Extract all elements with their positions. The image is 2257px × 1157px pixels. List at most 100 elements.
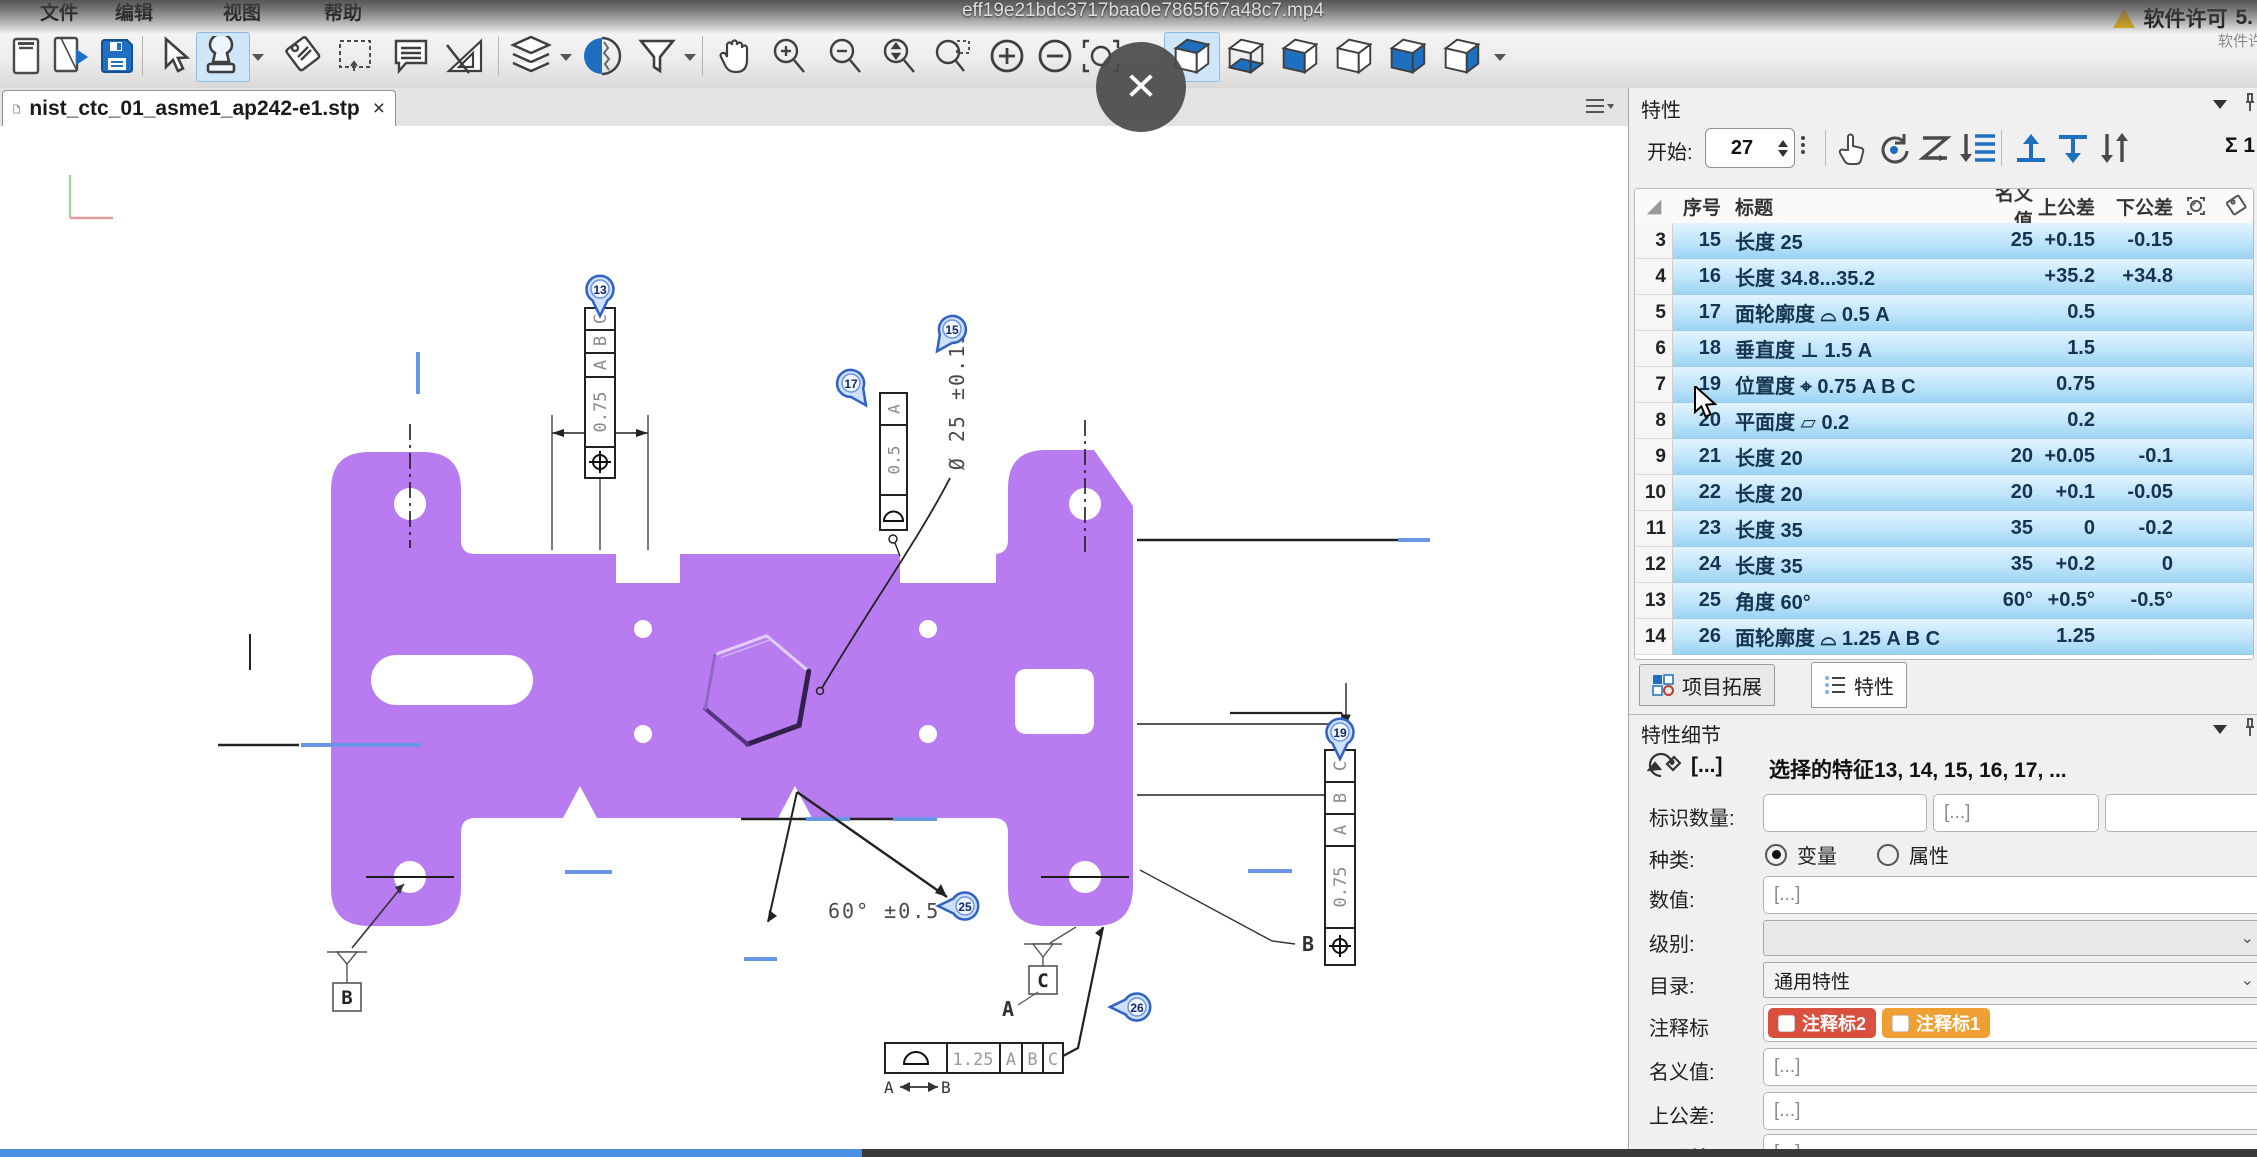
clip-half-icon[interactable] (582, 32, 628, 80)
zoom-out-icon[interactable] (822, 32, 868, 80)
nominal-input[interactable]: [...] (1763, 1048, 2257, 1086)
table-row[interactable]: 618垂直度 ⊥ 1.5 A1.5 (1635, 331, 2253, 367)
view-cube-front-icon[interactable] (1384, 32, 1430, 80)
view-dropdown-caret[interactable] (1494, 54, 1506, 61)
tab-characteristics[interactable]: 特性 (1811, 662, 1907, 708)
save-icon[interactable] (94, 32, 140, 80)
row-gutter[interactable]: 8 (1635, 403, 1673, 439)
filter-dropdown-caret[interactable] (684, 54, 696, 61)
zoom-fit-icon[interactable] (876, 32, 922, 80)
document-tab[interactable]: nist_ctc_01_asme1_ap242-e1.stp × (2, 90, 396, 127)
characteristics-table[interactable]: ◢ 序号 标题 名义值 上公差 下公差 315长度 2525+0.15-0.15… (1634, 188, 2254, 660)
select-arrow-icon[interactable] (152, 32, 198, 80)
tab-project-explorer[interactable]: 项目拓展 (1639, 664, 1775, 706)
sort-corner-icon[interactable]: ◢ (1635, 195, 1673, 218)
table-row[interactable]: 1123长度 35350-0.2 (1635, 511, 2253, 547)
row-gutter[interactable]: 14 (1635, 619, 1673, 655)
note-chip-1[interactable]: 注释标1 (1882, 1008, 1990, 1038)
tag-filter-icon[interactable] (2219, 194, 2253, 218)
row-gutter[interactable]: 4 (1635, 259, 1673, 295)
value-input[interactable]: [...] (1763, 876, 2257, 914)
balloon-25[interactable]: 25 (938, 893, 978, 920)
new-document-icon[interactable] (4, 32, 50, 80)
table-row[interactable]: 820平面度 ▱ 0.20.2 (1635, 403, 2253, 439)
row-gutter[interactable]: 3 (1635, 223, 1673, 259)
radio-attribute[interactable]: 属性 (1877, 840, 1949, 869)
table-row[interactable]: 719位置度 ⌖ 0.75 A B C0.75 (1635, 367, 2253, 403)
fcf-profile-top[interactable]: A 0.5 (880, 393, 907, 556)
view-cube-left-icon[interactable] (1276, 32, 1322, 80)
comment-icon[interactable] (388, 32, 434, 80)
table-row[interactable]: 1325角度 60°60°+0.5°-0.5° (1635, 583, 2253, 619)
col-upper[interactable]: 上公差 (2033, 193, 2095, 220)
spin-up-icon[interactable] (1778, 140, 1788, 147)
table-row[interactable]: 921长度 2020+0.05-0.1 (1635, 439, 2253, 475)
row-gutter[interactable]: 5 (1635, 295, 1673, 331)
row-gutter[interactable]: 9 (1635, 439, 1673, 475)
table-row[interactable]: 416长度 34.8...35.2+35.2+34.8 (1635, 259, 2253, 295)
lower-tolerance-icon[interactable] (2055, 130, 2091, 166)
view-cube-right-icon[interactable] (1330, 32, 1376, 80)
radio-variable-icon[interactable] (1765, 844, 1787, 866)
fcf-position-top[interactable]: C B A 0.75 (552, 308, 648, 550)
stamp-dropdown-caret[interactable] (252, 54, 264, 61)
capture-filter-icon[interactable] (2173, 194, 2219, 218)
table-row[interactable]: 1224长度 3535+0.20 (1635, 547, 2253, 583)
rotate-icon[interactable] (1876, 130, 1912, 166)
row-gutter[interactable]: 11 (1635, 511, 1673, 547)
fcf-profile-bottom[interactable]: 1.25 A B C A B (884, 927, 1103, 1097)
pick-hand-icon[interactable] (1835, 130, 1869, 166)
sort-updown-icon[interactable] (2095, 130, 2133, 166)
pan-hand-icon[interactable] (712, 32, 758, 80)
z-order-icon[interactable] (1918, 130, 1954, 166)
table-row[interactable]: 1022长度 2020+0.1-0.05 (1635, 475, 2253, 511)
stamp-icon[interactable] (198, 32, 244, 80)
video-close-button[interactable]: ✕ (1096, 42, 1186, 132)
note-chip-field[interactable]: 注释标2 注释标1 (1763, 1004, 2257, 1042)
zoom-window-icon[interactable] (930, 32, 976, 80)
start-spinner[interactable]: 27 (1705, 128, 1795, 168)
spinner-menu-icon[interactable] (1801, 136, 1805, 154)
table-row[interactable]: 517面轮廓度 ⌓ 0.5 A0.5 (1635, 295, 2253, 331)
filter-icon[interactable] (634, 32, 680, 80)
measure-icon[interactable] (442, 32, 488, 80)
table-row[interactable]: 315长度 2525+0.15-0.15 (1635, 223, 2253, 259)
col-title[interactable]: 标题 (1721, 193, 1977, 220)
col-seq[interactable]: 序号 (1673, 193, 1721, 220)
part-body[interactable] (331, 450, 1133, 926)
view-cube-bottom-icon[interactable] (1222, 32, 1268, 80)
table-row[interactable]: 1426面轮廓度 ⌓ 1.25 A B C1.25 (1635, 619, 2253, 655)
upper-input[interactable]: [...] (1763, 1092, 2257, 1130)
checkbox-icon[interactable] (1892, 1015, 1909, 1032)
open-document-icon[interactable] (48, 32, 94, 80)
layers-dropdown-caret[interactable] (560, 54, 572, 61)
selection-tag-icon[interactable] (1647, 750, 1681, 782)
row-gutter[interactable]: 6 (1635, 331, 1673, 367)
panel-pin-icon[interactable] (2243, 92, 2257, 114)
id-count-input-2[interactable]: [...] (1933, 794, 2099, 832)
cad-viewport[interactable]: C B A 0.75 A 0.5 (0, 126, 1628, 1157)
catalog-select[interactable]: 通用特性 ⌄ (1763, 962, 2257, 998)
row-gutter[interactable]: 13 (1635, 583, 1673, 619)
row-gutter[interactable]: 10 (1635, 475, 1673, 511)
fcf-position-right[interactable]: C B A 0.75 (1325, 750, 1355, 965)
minus-icon[interactable] (1032, 32, 1078, 80)
detail-pin-icon[interactable] (2243, 717, 2257, 739)
plus-icon[interactable] (984, 32, 1030, 80)
layers-icon[interactable] (508, 32, 554, 80)
video-progress-bar[interactable] (0, 1149, 2257, 1157)
detail-collapse-icon[interactable] (2213, 725, 2227, 734)
upper-tolerance-icon[interactable] (2013, 130, 2049, 166)
radio-variable[interactable]: 变量 (1765, 840, 1837, 869)
id-count-input-3[interactable] (2105, 794, 2257, 832)
row-gutter[interactable]: 7 (1635, 367, 1673, 403)
tag-icon[interactable] (278, 32, 324, 80)
balloon-17[interactable]: 17 (832, 365, 877, 413)
sort-list-icon[interactable] (1959, 130, 1997, 166)
id-count-input-1[interactable] (1763, 794, 1927, 832)
col-lower[interactable]: 下公差 (2095, 193, 2173, 220)
tab-close-icon[interactable]: × (373, 97, 385, 121)
checkbox-icon[interactable] (1778, 1015, 1795, 1032)
row-gutter[interactable]: 12 (1635, 547, 1673, 583)
datum-c[interactable]: C (1024, 927, 1076, 994)
